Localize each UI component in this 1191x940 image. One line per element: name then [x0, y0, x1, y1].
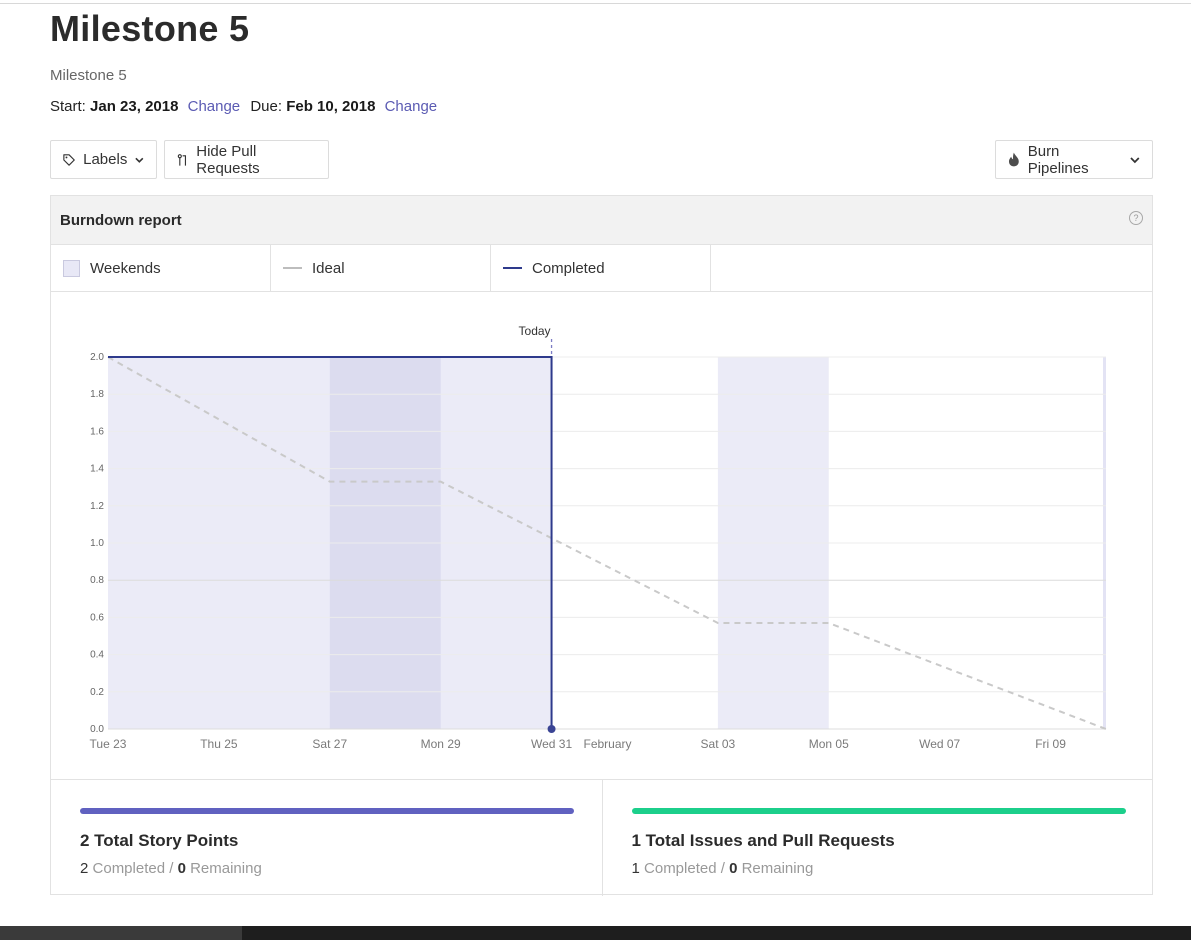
burndown-chart-svg: 0.0 0.2 0.4 0.6 0.8 1.0 1.2 1.4 1.6 1.8 2.0 Tue 23 T… — [90, 324, 1107, 751]
y-tick-label: 2.0 — [90, 352, 104, 363]
labels-button-label: Labels — [83, 151, 128, 168]
chart-legend: Weekends Ideal Completed — [51, 245, 1152, 292]
page-title: Milestone 5 — [50, 8, 250, 49]
issues-title: 1 Total Issues and Pull Requests — [631, 831, 895, 850]
help-icon[interactable]: ? — [1129, 211, 1143, 225]
remaining-count: 0 — [177, 860, 186, 877]
burndown-chart: 0.0 0.2 0.4 0.6 0.8 1.0 1.2 1.4 1.6 1.8 2.0 Tue 23 T… — [51, 292, 1154, 777]
due-label: Due: — [250, 98, 283, 115]
page-subtitle: Milestone 5 — [50, 67, 127, 84]
burn-pipelines-button[interactable]: Burn Pipelines — [995, 140, 1153, 179]
issues-progress-bar — [631, 808, 1126, 814]
start-date: Jan 23, 2018 — [90, 98, 179, 115]
tag-icon — [63, 153, 75, 166]
y-tick-label: 0.6 — [90, 612, 104, 623]
y-tick-label: 1.4 — [90, 464, 104, 475]
chevron-down-icon — [135, 157, 144, 163]
today-label: Today — [519, 324, 551, 338]
burndown-report-card: Burndown report ? Weekends Ideal Complet… — [50, 195, 1154, 896]
x-tick-label: Fri 09 — [1035, 737, 1066, 751]
x-tick-label: Mon 29 — [421, 737, 461, 751]
change-start-link[interactable]: Change — [188, 98, 241, 115]
story-points-stat: 2 Total Story Points 2 Completed / 0 Rem… — [51, 780, 602, 896]
x-tick-label: February — [583, 737, 631, 751]
issues-breakdown: 1 Completed / 0 Remaining — [632, 860, 814, 877]
flame-icon — [1008, 152, 1019, 167]
x-tick-label: Sat 27 — [312, 737, 347, 751]
x-tick-label: Sat 03 — [701, 737, 736, 751]
y-tick-label: 0.4 — [90, 650, 104, 661]
y-tick-label: 1.2 — [90, 501, 104, 512]
y-tick-label: 1.0 — [90, 538, 104, 549]
x-tick-label: Mon 05 — [809, 737, 849, 751]
story-points-title: 2 Total Story Points — [80, 831, 239, 850]
hide-pull-requests-button[interactable]: Hide Pull Requests — [164, 140, 329, 179]
legend-item-completed[interactable]: Completed — [491, 245, 711, 291]
issues-stat: 1 Total Issues and Pull Requests 1 Compl… — [601, 780, 1153, 896]
burndown-report-title: Burndown report — [60, 212, 182, 229]
stats-row: 2 Total Story Points 2 Completed / 0 Rem… — [51, 779, 1152, 896]
completed-label: Completed / — [644, 860, 725, 877]
milestone-dates: Start: Jan 23, 2018 Change Due: Feb 10, … — [50, 98, 443, 115]
legend-item-ideal[interactable]: Ideal — [271, 245, 491, 291]
x-tick-label: Wed 31 — [531, 737, 572, 751]
completed-line-swatch — [503, 267, 522, 269]
legend-label: Ideal — [312, 259, 345, 277]
remaining-label: Remaining — [741, 860, 814, 877]
completed-label: Completed / — [92, 860, 174, 877]
legend-label: Weekends — [90, 259, 161, 277]
completed-count: 1 — [631, 860, 640, 877]
remaining-label: Remaining — [190, 860, 262, 877]
legend-spacer — [711, 245, 1152, 291]
top-divider — [0, 3, 1191, 4]
burndown-report-header: Burndown report ? — [51, 196, 1152, 245]
completed-end-point — [547, 725, 556, 733]
legend-item-weekends[interactable]: Weekends — [51, 245, 271, 291]
story-points-breakdown: 2 Completed / 0 Remaining — [80, 860, 262, 877]
ideal-line-swatch — [283, 267, 302, 269]
weekend-swatch — [63, 259, 80, 277]
story-points-progress-bar — [80, 808, 574, 814]
chevron-down-icon — [1130, 156, 1140, 163]
y-tick-label: 0.2 — [90, 687, 104, 698]
x-tick-label: Thu 25 — [200, 737, 238, 751]
taskbar-search-area[interactable] — [0, 926, 242, 940]
os-taskbar — [0, 926, 1191, 940]
pull-request-icon — [177, 153, 187, 166]
hide-pull-requests-label: Hide Pull Requests — [196, 142, 260, 177]
y-tick-label: 1.6 — [90, 426, 104, 437]
completed-count: 2 — [80, 860, 89, 877]
legend-label: Completed — [532, 259, 605, 277]
labels-button[interactable]: Labels — [50, 140, 157, 179]
remaining-count: 0 — [729, 860, 738, 877]
change-due-link[interactable]: Change — [385, 98, 438, 115]
due-date: Feb 10, 2018 — [286, 98, 376, 115]
x-tick-label: Wed 07 — [919, 737, 960, 751]
x-tick-label: Tue 23 — [90, 737, 127, 751]
y-tick-label: 1.8 — [90, 389, 104, 400]
start-label: Start: — [50, 98, 86, 115]
burn-pipelines-label: Burn Pipelines — [1027, 142, 1089, 177]
y-tick-label: 0.0 — [90, 724, 104, 735]
y-tick-label: 0.8 — [90, 575, 104, 586]
